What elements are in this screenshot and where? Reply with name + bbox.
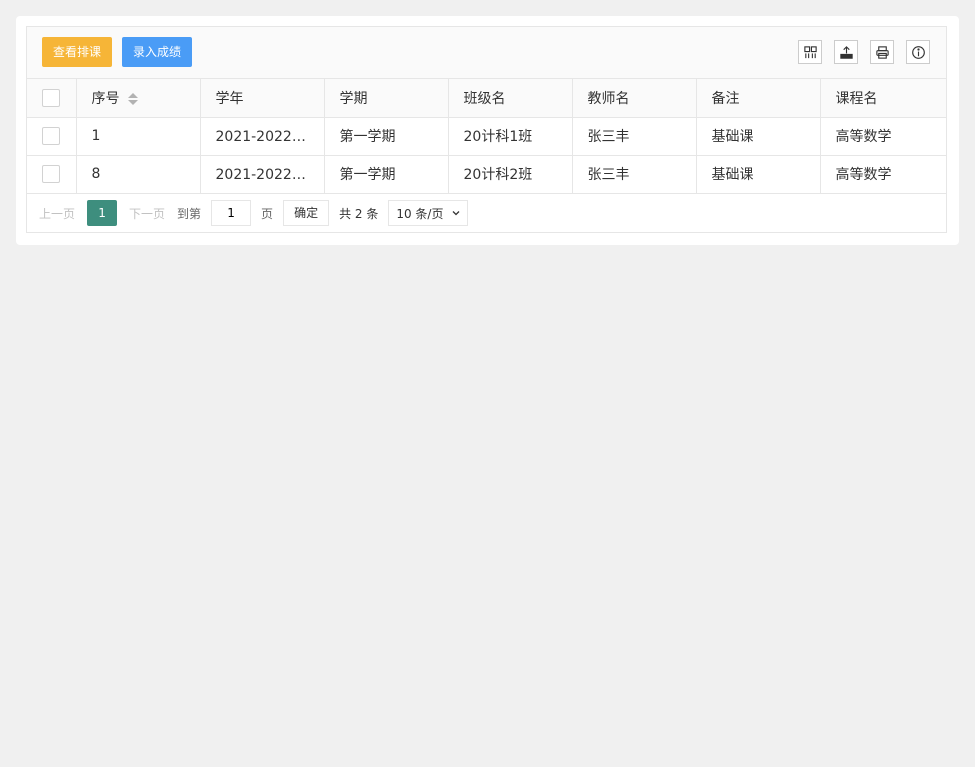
info-icon[interactable] xyxy=(906,40,930,64)
header-index[interactable]: 序号 xyxy=(76,79,201,118)
table-row[interactable]: 1 2021-2022学年 第一学期 20计科1班 张三丰 基础课 高等数学 xyxy=(27,117,946,156)
cell-class: 20计科2班 xyxy=(448,155,573,194)
prev-page-link[interactable]: 上一页 xyxy=(39,205,75,222)
goto-page-input[interactable] xyxy=(211,200,252,226)
header-year: 学年 xyxy=(200,79,325,118)
header-teacher: 教师名 xyxy=(572,79,697,118)
sort-icon[interactable] xyxy=(127,92,138,105)
cell-course: 高等数学 xyxy=(820,117,946,156)
header-course: 课程名 xyxy=(820,79,946,118)
row-select-cell xyxy=(27,117,77,156)
page-size-select[interactable]: 10 条/页 xyxy=(388,200,469,226)
cell-remark: 基础课 xyxy=(696,117,821,156)
header-remark: 备注 xyxy=(696,79,821,118)
row-checkbox[interactable] xyxy=(42,127,61,145)
enter-scores-button[interactable]: 录入成绩 xyxy=(122,37,193,67)
cell-teacher: 张三丰 xyxy=(572,117,697,156)
cell-semester: 第一学期 xyxy=(324,117,449,156)
select-all-checkbox[interactable] xyxy=(42,88,61,107)
cell-semester: 第一学期 xyxy=(324,155,449,194)
total-count: 共 2 条 xyxy=(339,206,379,221)
course-table: 序号 学年 学期 班级名 教师名 备注 课程名 1 2021-2022学年 第一… xyxy=(27,79,946,194)
cell-year: 2021-2022学年 xyxy=(200,117,325,156)
chevron-down-icon xyxy=(452,211,460,216)
cell-index: 1 xyxy=(76,117,201,156)
export-icon[interactable] xyxy=(834,40,858,64)
print-icon[interactable] xyxy=(870,40,894,64)
data-table-container: 查看排课 录入成绩 序号 学年 学期 班级名 教师名 备注 课程名 1 2021… xyxy=(26,26,947,233)
header-semester: 学期 xyxy=(324,79,449,118)
goto-label: 到第 xyxy=(177,206,202,221)
table-row[interactable]: 8 2021-2022学年 第一学期 20计科2班 张三丰 基础课 高等数学 xyxy=(27,155,946,194)
table-toolbar: 查看排课 录入成绩 xyxy=(27,27,946,79)
cell-course: 高等数学 xyxy=(820,155,946,194)
cell-year: 2021-2022学年 xyxy=(200,155,325,194)
cell-class: 20计科1班 xyxy=(448,117,573,156)
cell-teacher: 张三丰 xyxy=(572,155,697,194)
current-page[interactable]: 1 xyxy=(87,200,118,226)
header-index-label: 序号 xyxy=(91,90,120,107)
goto-confirm-button[interactable]: 确定 xyxy=(283,200,330,226)
content-panel: 查看排课 录入成绩 序号 学年 学期 班级名 教师名 备注 课程名 1 2021… xyxy=(16,16,959,245)
header-select-all-cell xyxy=(27,79,77,118)
columns-filter-icon[interactable] xyxy=(798,40,822,64)
table-header-row: 序号 学年 学期 班级名 教师名 备注 课程名 xyxy=(27,79,946,118)
cell-index: 8 xyxy=(76,155,201,194)
row-checkbox[interactable] xyxy=(42,165,61,183)
pagination: 上一页 1 下一页 到第 页 确定 共 2 条 10 条/页 xyxy=(27,194,946,233)
view-schedule-button[interactable]: 查看排课 xyxy=(42,37,113,67)
page-unit-label: 页 xyxy=(261,206,274,221)
toolbar-tools xyxy=(796,40,930,64)
page-size-value: 10 条/页 xyxy=(396,206,444,221)
next-page-link[interactable]: 下一页 xyxy=(129,205,165,222)
row-select-cell xyxy=(27,155,77,194)
header-class: 班级名 xyxy=(448,79,573,118)
cell-remark: 基础课 xyxy=(696,155,821,194)
